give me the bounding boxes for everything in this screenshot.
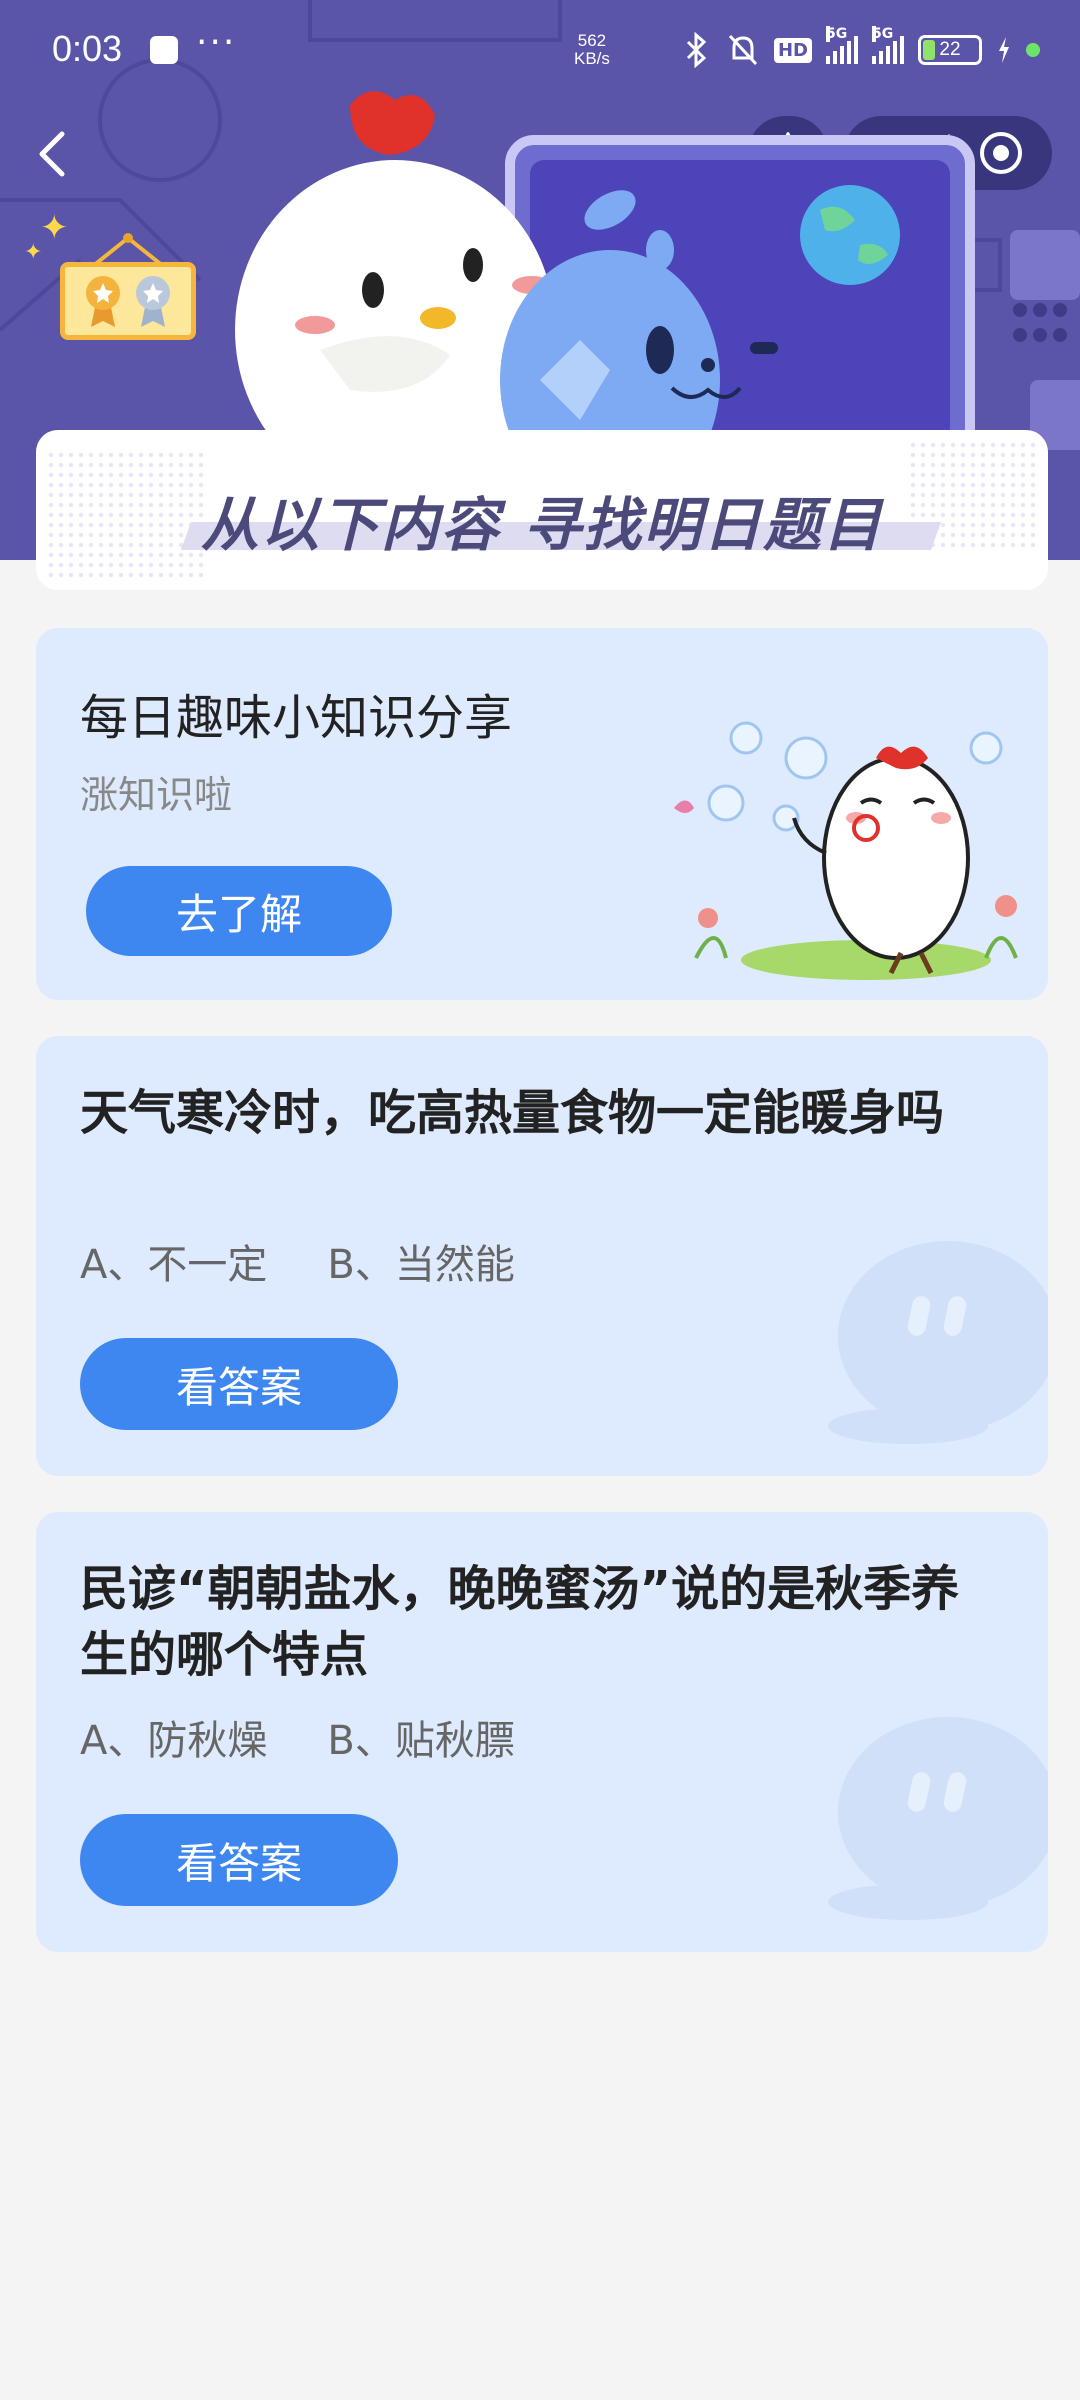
network-speed: 562 KB/s	[574, 32, 610, 68]
option-b: B、贴秋膘	[327, 1718, 515, 1764]
chicken-bubbles-illustration	[674, 721, 1018, 980]
status-more-icon: ···	[196, 22, 237, 63]
hd-voice-icon: HD	[773, 37, 812, 63]
question-card: 民谚“朝朝盐水，晚晚蜜汤”说的是秋季养生的哪个特点 A、防秋燥 B、贴秋膘 看答…	[36, 1512, 1048, 1952]
signal-5g-icon-2: 5G	[872, 26, 904, 64]
battery-level: 22	[939, 39, 961, 60]
option-b: B、当然能	[327, 1242, 515, 1288]
mute-bell-icon	[728, 34, 758, 66]
chevron-left-icon	[39, 131, 65, 177]
network-speed-value: 562	[577, 31, 607, 50]
battery-icon: 22	[918, 35, 982, 65]
option-a: A、防秋燥	[80, 1718, 268, 1764]
answer-options: A、不一定 B、当然能	[80, 1232, 515, 1290]
privacy-indicator-dot	[1026, 43, 1040, 57]
view-answer-button[interactable]: 看答案	[80, 1338, 398, 1430]
planet-icon	[800, 185, 900, 285]
learn-more-button[interactable]: 去了解	[86, 866, 392, 956]
status-time: 0:03	[52, 28, 123, 69]
back-button[interactable]	[28, 124, 76, 184]
question-text: 民谚“朝朝盐水，晚晚蜜汤”说的是秋季养生的哪个特点	[80, 1561, 960, 1683]
qq-notification-icon	[150, 36, 178, 64]
find-tomorrow-question-card: 从以下内容 寻找明日题目	[36, 430, 1048, 590]
knowledge-share-card[interactable]: 每日趣味小知识分享 涨知识啦 去了解	[36, 628, 1048, 1000]
mascot-illustration	[235, 91, 975, 440]
knowledge-subtitle: 涨知识啦	[80, 773, 233, 817]
sparkle-icon: ✦	[24, 240, 43, 265]
status-icons: HD 5G 5G 22	[682, 26, 1040, 68]
chat-bubble-icon	[828, 1241, 1048, 1444]
chat-bubble-icon	[828, 1717, 1048, 1920]
charging-icon	[999, 37, 1009, 63]
question-text: 天气寒冷时，吃高热量食物一定能暖身吗	[80, 1085, 945, 1141]
signal-5g-icon-1: 5G	[826, 26, 858, 64]
network-speed-unit: KB/s	[574, 49, 610, 68]
banner-title: 从以下内容 寻找明日题目	[200, 491, 884, 559]
answer-options: A、防秋燥 B、贴秋膘	[80, 1708, 515, 1766]
bluetooth-icon	[686, 32, 707, 68]
medal-board[interactable]	[60, 262, 196, 340]
gold-medal-icon	[86, 276, 120, 327]
silver-medal-icon	[136, 276, 170, 327]
question-card: 天气寒冷时，吃高热量食物一定能暖身吗 A、不一定 B、当然能 看答案	[36, 1036, 1048, 1476]
view-answer-button[interactable]: 看答案	[80, 1814, 398, 1906]
sparkle-icon: ✦	[40, 208, 69, 248]
option-a: A、不一定	[80, 1242, 268, 1288]
knowledge-heading: 每日趣味小知识分享	[80, 690, 513, 746]
